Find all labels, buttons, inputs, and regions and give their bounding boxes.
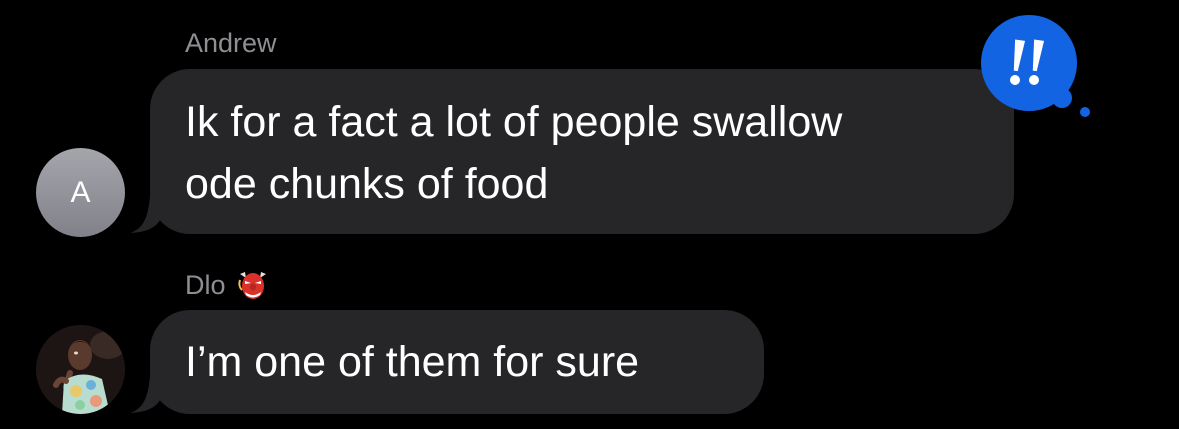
avatar-andrew[interactable]: A <box>36 148 125 237</box>
sender-name-text: Dlo <box>185 270 226 300</box>
goblin-mask-emoji-icon <box>237 272 266 299</box>
sender-name-andrew: Andrew <box>185 28 277 58</box>
message-text-line: ode chunks of food <box>185 160 549 208</box>
message-text-line: Ik for a fact a lot of people swallow <box>185 98 843 146</box>
profile-photo <box>36 325 125 414</box>
message-bubble[interactable]: I’m one of them for sure <box>150 310 764 414</box>
bubble-tail <box>130 196 162 233</box>
tapback-exclamation-icon[interactable] <box>979 15 1101 123</box>
sender-name-dlo: Dlo <box>185 268 270 302</box>
message-text: I’m one of them for sure <box>185 338 640 386</box>
avatar-dlo[interactable] <box>36 325 125 414</box>
bubble-tail <box>130 376 162 413</box>
message-bubble[interactable]: Ik for a fact a lot of people swallow od… <box>150 69 1014 234</box>
avatar-initial: A <box>70 175 91 209</box>
